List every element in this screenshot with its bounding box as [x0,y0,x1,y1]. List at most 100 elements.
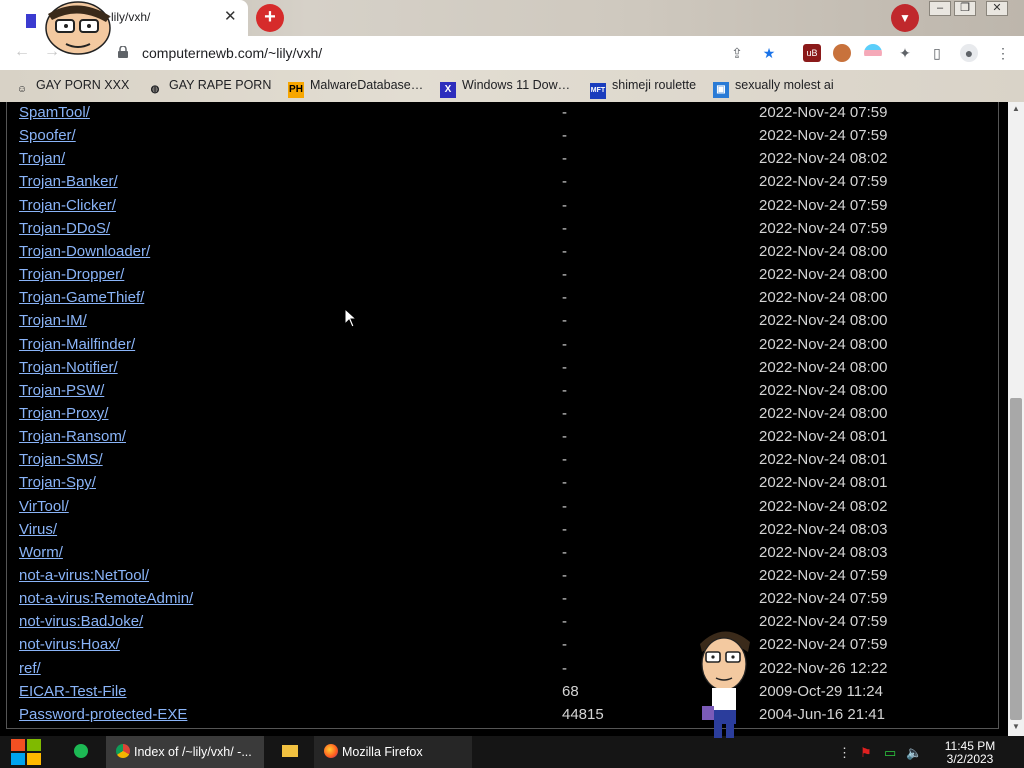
table-row: ref/ - 2022-Nov-26 12:22 [7,658,997,681]
windows-taskbar: Index of /~lily/vxh/ -... Mozilla Firefo… [0,736,1024,768]
extension-flag-icon[interactable] [864,44,882,62]
bookmark-item[interactable]: ☺ GAY PORN XXX [14,78,129,98]
file-modified-date: 2022-Nov-24 07:59 [759,590,888,608]
file-link[interactable]: Trojan-Proxy/ [19,405,108,422]
file-link[interactable]: Trojan/ [19,150,65,167]
table-row: Trojan-DDoS/ - 2022-Nov-24 07:59 [7,218,997,241]
profile-avatar-icon[interactable]: ● [960,44,978,62]
scroll-down-icon[interactable]: ▼ [1012,722,1020,731]
file-size: - [562,266,567,284]
file-size: - [562,590,567,608]
volume-icon[interactable]: 🔈 [906,745,922,761]
file-link[interactable]: Trojan-PSW/ [19,382,104,399]
file-size: - [562,659,567,677]
file-size: - [562,104,567,121]
file-modified-date: 2022-Nov-24 08:01 [759,474,888,492]
file-link[interactable]: Trojan-Dropper/ [19,266,124,283]
chrome-taskbar-button[interactable]: Index of /~lily/vxh/ -... [106,736,264,768]
tray-overflow-icon[interactable]: ⋮ [838,745,851,761]
file-link[interactable]: Password-protected-EXE [19,706,187,723]
file-size: - [562,404,567,422]
file-link[interactable]: Trojan-Ransom/ [19,428,126,445]
file-modified-date: 2022-Nov-24 07:59 [759,636,888,654]
file-modified-date: 2022-Nov-24 08:01 [759,451,888,469]
close-window-icon[interactable]: ✕ [986,1,1008,16]
file-link[interactable]: not-a-virus:RemoteAdmin/ [19,590,193,607]
scrollbar-thumb[interactable] [1010,398,1022,720]
windows-start-icon[interactable] [10,736,44,768]
file-link[interactable]: Virus/ [19,521,57,538]
file-size: - [562,381,567,399]
table-row: Trojan/ - 2022-Nov-24 08:02 [7,148,997,171]
file-link[interactable]: SpamTool/ [19,104,90,121]
file-link[interactable]: not-virus:Hoax/ [19,636,120,653]
minimize-icon[interactable]: – [929,1,951,16]
browser-toolbar: ← → computernewb.com/~lily/vxh/ ⇪ ★ uB ✦… [0,36,1024,70]
file-link[interactable]: not-virus:BadJoke/ [19,613,143,630]
file-link[interactable]: not-a-virus:NetTool/ [19,567,149,584]
network-icon[interactable]: ▭ [884,745,896,761]
vertical-scrollbar[interactable]: ▲ ▼ [1008,102,1024,736]
new-tab-button[interactable]: + [256,4,284,32]
file-size: - [562,428,567,446]
table-row: Trojan-Spy/ - 2022-Nov-24 08:01 [7,472,997,495]
ublock-extension-icon[interactable]: uB [803,44,821,62]
spotify-taskbar-icon[interactable] [62,736,100,768]
file-link[interactable]: Trojan-SMS/ [19,451,103,468]
file-explorer-taskbar-icon[interactable] [272,736,308,768]
scroll-up-icon[interactable]: ▲ [1012,104,1020,113]
file-link[interactable]: Trojan-Spy/ [19,474,96,491]
file-link[interactable]: Trojan-DDoS/ [19,220,110,237]
bookmark-item[interactable]: PH MalwareDatabase… [288,78,423,98]
table-row: SpamTool/ - 2022-Nov-24 07:59 [7,102,997,125]
file-link[interactable]: VirTool/ [19,498,69,515]
table-row: Trojan-Mailfinder/ - 2022-Nov-24 08:00 [7,334,997,357]
table-row: Password-protected-EXE 44815 2004-Jun-16 2… [7,704,997,727]
menu-kebab-icon[interactable]: ⋮ [994,44,1012,62]
file-link[interactable]: Trojan-Banker/ [19,173,118,190]
bookmark-item[interactable]: ▣ sexually molest ai [713,78,834,98]
file-modified-date: 2004-Jun-16 21:41 [759,705,885,723]
extensions-puzzle-icon[interactable]: ✦ [896,44,914,62]
table-row: Trojan-Downloader/ - 2022-Nov-24 08:00 [7,241,997,264]
file-size: - [562,474,567,492]
file-modified-date: 2022-Nov-24 08:01 [759,428,888,446]
table-row: Trojan-Ransom/ - 2022-Nov-24 08:01 [7,426,997,449]
bookmark-item[interactable]: ◍ GAY RAPE PORN [147,78,272,98]
bookmark-star-icon[interactable]: ★ [760,44,778,62]
action-center-flag-icon[interactable]: ⚑ [860,745,872,761]
tab-close-icon[interactable]: ✕ [224,7,237,25]
share-icon[interactable]: ⇪ [728,44,746,62]
file-size: - [562,312,567,330]
restore-icon[interactable]: ❐ [954,1,976,16]
file-link[interactable]: Trojan-IM/ [19,312,87,329]
file-size: - [562,150,567,168]
file-link[interactable]: Trojan-Clicker/ [19,197,116,214]
image-icon: ▣ [713,82,729,98]
file-size: - [562,335,567,353]
table-row: Trojan-Clicker/ - 2022-Nov-24 07:59 [7,195,997,218]
system-clock[interactable]: 11:45 PM 3/2/2023 [940,740,1000,766]
file-link[interactable]: Trojan-Notifier/ [19,359,118,376]
file-link[interactable]: Worm/ [19,544,63,561]
file-modified-date: 2022-Nov-24 07:59 [759,127,888,145]
file-size: - [562,127,567,145]
bookmark-item[interactable]: MFT shimeji roulette [590,78,696,99]
file-modified-date: 2022-Nov-24 07:59 [759,173,888,191]
file-link[interactable]: Trojan-Mailfinder/ [19,336,135,353]
file-modified-date: 2022-Nov-24 08:00 [759,381,888,399]
file-size: - [562,613,567,631]
address-bar[interactable]: computernewb.com/~lily/vxh/ [142,45,322,61]
file-link[interactable]: Trojan-GameThief/ [19,289,144,306]
file-link[interactable]: Trojan-Downloader/ [19,243,150,260]
hank-hill-avatar-icon [26,1,111,55]
file-link[interactable]: ref/ [19,660,41,677]
extension-face-icon[interactable] [833,44,851,62]
tab-search-chevron-down-icon[interactable]: ▼ [891,4,919,32]
file-modified-date: 2022-Nov-24 08:00 [759,404,888,422]
file-link[interactable]: EICAR-Test-File [19,683,127,700]
bookmark-item[interactable]: X Windows 11 Dow… [440,78,570,98]
file-link[interactable]: Spoofer/ [19,127,76,144]
side-panel-icon[interactable]: ▯ [928,44,946,62]
firefox-taskbar-button[interactable]: Mozilla Firefox [314,736,472,768]
